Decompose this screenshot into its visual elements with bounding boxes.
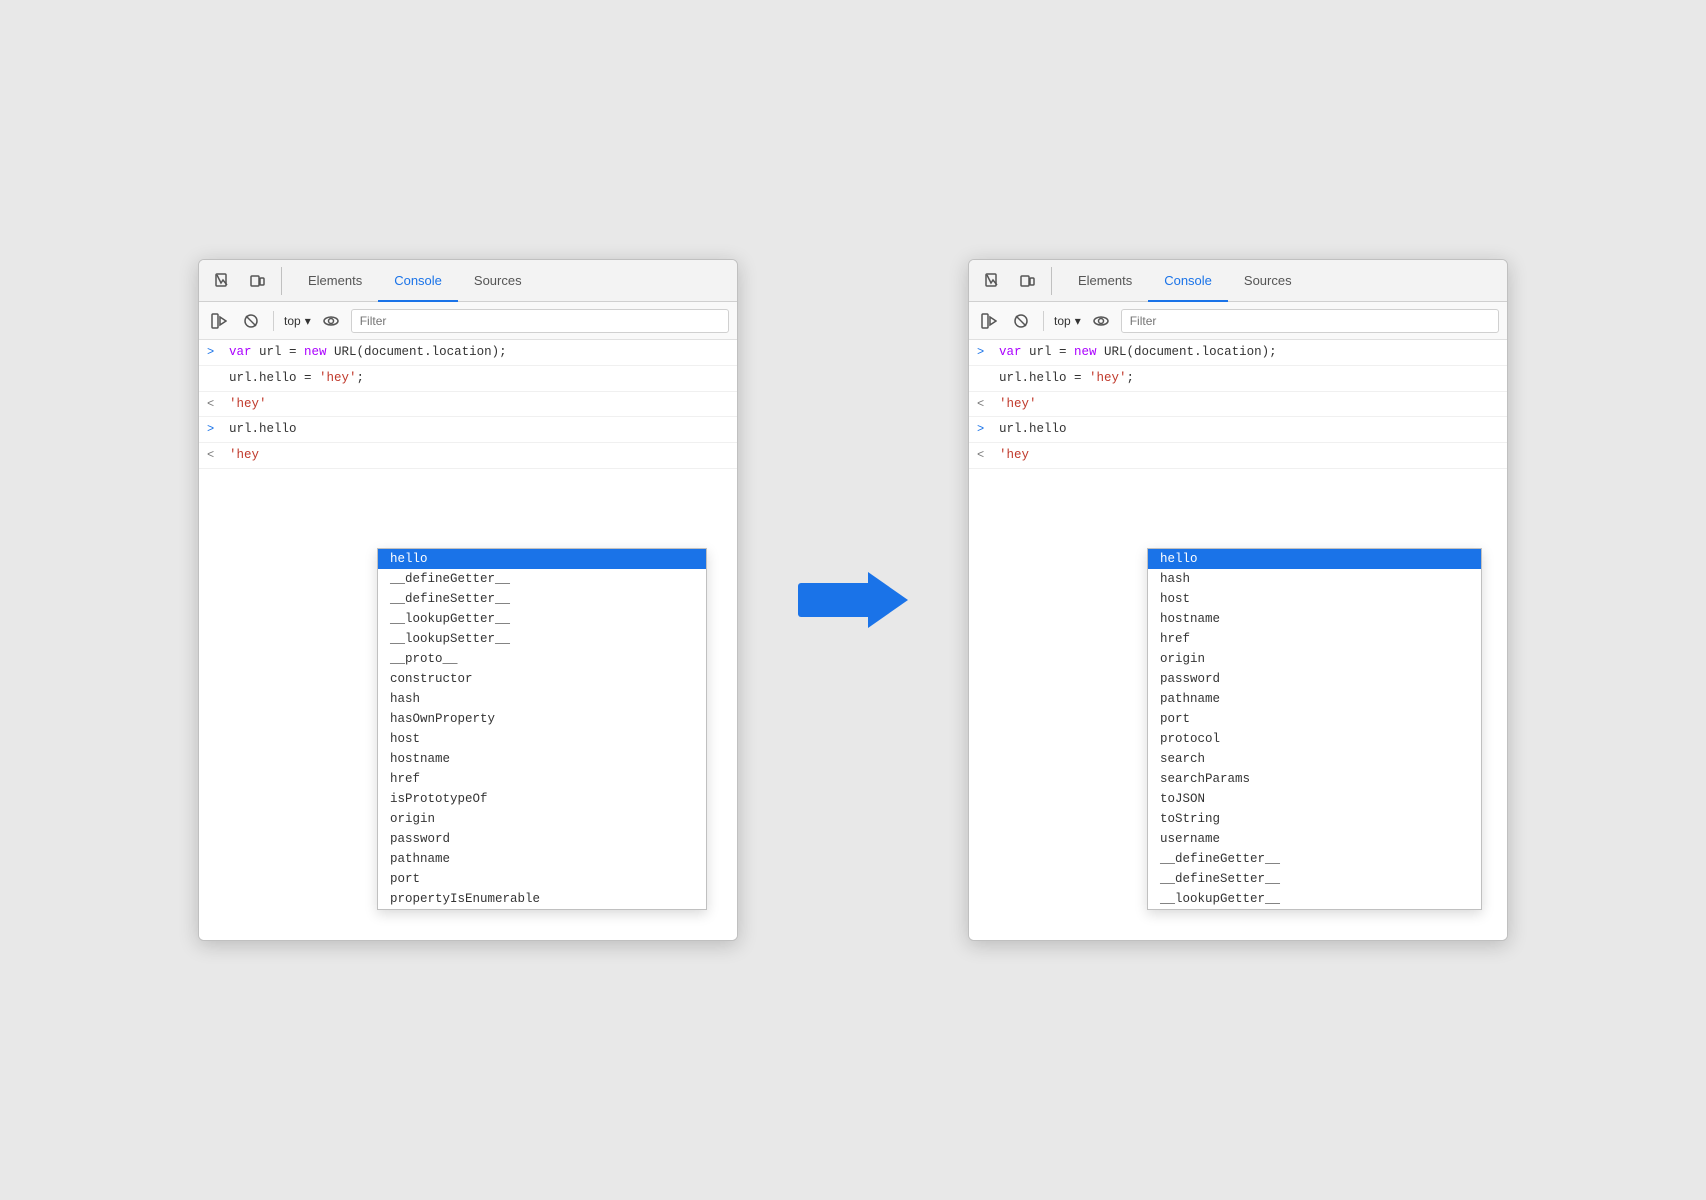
right-autocomplete-item-host[interactable]: host — [1148, 589, 1481, 609]
left-tab-bar: Elements Console Sources — [199, 260, 737, 302]
autocomplete-item-11[interactable]: href — [378, 769, 706, 789]
autocomplete-item-1[interactable]: __defineGetter__ — [378, 569, 706, 589]
right-autocomplete-item-origin[interactable]: origin — [1148, 649, 1481, 669]
right-arrow — [798, 572, 908, 628]
left-devtools-window: Elements Console Sources — [198, 259, 738, 941]
left-filter-input[interactable] — [351, 309, 729, 333]
autocomplete-item-3[interactable]: __lookupGetter__ — [378, 609, 706, 629]
autocomplete-item-15[interactable]: pathname — [378, 849, 706, 869]
autocomplete-item-14[interactable]: password — [378, 829, 706, 849]
page-wrapper: Elements Console Sources — [198, 259, 1508, 941]
left-line-1: > var url = new URL(document.location); — [199, 340, 737, 366]
right-block-icon[interactable] — [1009, 309, 1033, 333]
right-autocomplete-item-lookupgetter[interactable]: __lookupGetter__ — [1148, 889, 1481, 909]
right-autocomplete-item-searchparams[interactable]: searchParams — [1148, 769, 1481, 789]
autocomplete-item-7[interactable]: hash — [378, 689, 706, 709]
right-line-4: > url.hello — [969, 417, 1507, 443]
right-autocomplete-item-username[interactable]: username — [1148, 829, 1481, 849]
left-line-2: url.hello = 'hey'; — [199, 366, 737, 392]
left-toolbar-icons — [209, 267, 282, 295]
autocomplete-item-9[interactable]: host — [378, 729, 706, 749]
left-inspect-icon[interactable] — [209, 267, 237, 295]
autocomplete-item-hello-right[interactable]: hello — [1148, 549, 1481, 569]
right-autocomplete[interactable]: hello hash host hostname href origin pas… — [1147, 548, 1482, 910]
left-block-icon[interactable] — [239, 309, 263, 333]
left-toolbar: top ▾ — [199, 302, 737, 340]
autocomplete-item-5[interactable]: __proto__ — [378, 649, 706, 669]
autocomplete-item-6[interactable]: constructor — [378, 669, 706, 689]
right-tab-elements[interactable]: Elements — [1062, 260, 1148, 302]
right-line-3: < 'hey' — [969, 392, 1507, 418]
right-autocomplete-item-hostname[interactable]: hostname — [1148, 609, 1481, 629]
right-console-body: > var url = new URL(document.location); … — [969, 340, 1507, 940]
right-run-icon[interactable] — [977, 309, 1001, 333]
right-toolbar-sep — [1043, 311, 1044, 331]
autocomplete-item-12[interactable]: isPrototypeOf — [378, 789, 706, 809]
left-toolbar-sep — [273, 311, 274, 331]
right-inspect-icon[interactable] — [979, 267, 1007, 295]
right-autocomplete-item-hash[interactable]: hash — [1148, 569, 1481, 589]
right-line-1: > var url = new URL(document.location); — [969, 340, 1507, 366]
right-autocomplete-item-search[interactable]: search — [1148, 749, 1481, 769]
autocomplete-item-13[interactable]: origin — [378, 809, 706, 829]
autocomplete-item-10[interactable]: hostname — [378, 749, 706, 769]
right-device-icon[interactable] — [1013, 267, 1041, 295]
right-autocomplete-item-password[interactable]: password — [1148, 669, 1481, 689]
left-tab-console[interactable]: Console — [378, 260, 458, 302]
left-line-5: < 'hey — [199, 443, 737, 469]
right-autocomplete-item-protocol[interactable]: protocol — [1148, 729, 1481, 749]
left-device-icon[interactable] — [243, 267, 271, 295]
right-autocomplete-item-definegetter[interactable]: __defineGetter__ — [1148, 849, 1481, 869]
right-autocomplete-item-href[interactable]: href — [1148, 629, 1481, 649]
right-line-5: < 'hey — [969, 443, 1507, 469]
right-line-2: url.hello = 'hey'; — [969, 366, 1507, 392]
left-console-body: > var url = new URL(document.location); … — [199, 340, 737, 940]
right-autocomplete-item-port[interactable]: port — [1148, 709, 1481, 729]
right-tab-console[interactable]: Console — [1148, 260, 1228, 302]
right-toolbar: top ▾ — [969, 302, 1507, 340]
right-devtools-window: Elements Console Sources — [968, 259, 1508, 941]
left-tab-elements[interactable]: Elements — [292, 260, 378, 302]
autocomplete-item-2[interactable]: __defineSetter__ — [378, 589, 706, 609]
right-toolbar-icons — [979, 267, 1052, 295]
right-tab-sources[interactable]: Sources — [1228, 260, 1308, 302]
autocomplete-item-17[interactable]: propertyIsEnumerable — [378, 889, 706, 909]
autocomplete-item-hello-left[interactable]: hello — [378, 549, 706, 569]
right-filter-input[interactable] — [1121, 309, 1499, 333]
right-tab-bar: Elements Console Sources — [969, 260, 1507, 302]
right-autocomplete-item-tojson[interactable]: toJSON — [1148, 789, 1481, 809]
autocomplete-item-8[interactable]: hasOwnProperty — [378, 709, 706, 729]
right-eye-icon[interactable] — [1089, 309, 1113, 333]
left-context-selector[interactable]: top ▾ — [284, 314, 311, 328]
arrow-container — [798, 572, 908, 628]
left-autocomplete[interactable]: hello __defineGetter__ __defineSetter__ … — [377, 548, 707, 910]
left-eye-icon[interactable] — [319, 309, 343, 333]
autocomplete-item-4[interactable]: __lookupSetter__ — [378, 629, 706, 649]
left-line-3: < 'hey' — [199, 392, 737, 418]
left-run-icon[interactable] — [207, 309, 231, 333]
right-autocomplete-item-definesetter[interactable]: __defineSetter__ — [1148, 869, 1481, 889]
right-autocomplete-item-tostring[interactable]: toString — [1148, 809, 1481, 829]
right-autocomplete-item-pathname[interactable]: pathname — [1148, 689, 1481, 709]
left-tab-sources[interactable]: Sources — [458, 260, 538, 302]
autocomplete-item-16[interactable]: port — [378, 869, 706, 889]
left-line-4: > url.hello — [199, 417, 737, 443]
right-context-selector[interactable]: top ▾ — [1054, 314, 1081, 328]
